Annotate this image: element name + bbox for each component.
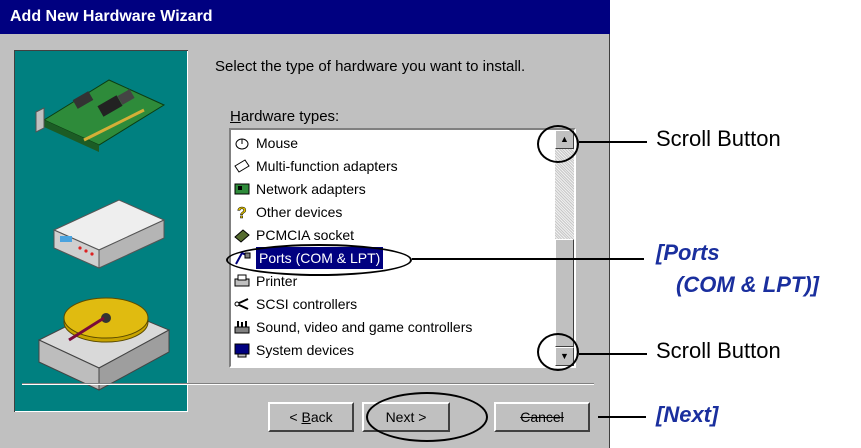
next-callout: [Next] [656,402,719,427]
svg-text:?: ? [237,205,247,220]
hardware-types-label: Hardware types: [230,108,339,125]
list-item-printer[interactable]: Printer [233,270,297,292]
hardware-types-listbox[interactable]: Mouse Multi-function adapters Network ad… [229,128,576,368]
ports-callout-line [412,258,644,260]
list-item-label: System devices [256,342,355,358]
list-item-other-devices[interactable]: ? Other devices [233,201,343,223]
list-item-label: Sound, video and game controllers [256,319,473,335]
next-button[interactable]: Next > [362,402,450,432]
mouse-icon [233,135,253,151]
button-separator [22,383,594,385]
scsi-controller-icon [233,296,253,312]
wizard-illustration [14,50,188,412]
vertical-scrollbar[interactable]: ▲ ▼ [555,130,574,366]
scroll-bottom-callout-line [579,353,647,355]
list-item-network-adapters[interactable]: Network adapters [233,178,366,200]
scroll-thumb[interactable] [555,239,574,347]
hardware-types-label-text: ardware types: [240,108,340,125]
back-button-mnemonic: B [301,409,311,425]
list-item-sound-video-game-controllers[interactable]: Sound, video and game controllers [233,316,472,338]
ports-callout-line2: (COM & LPT)] [676,272,819,297]
scroll-down-button[interactable]: ▼ [555,347,574,366]
list-item-mouse[interactable]: Mouse [233,132,298,154]
ports-callout-line1: [Ports [656,240,720,265]
cancel-button[interactable]: Cancel [494,402,590,432]
list-item-scsi-controllers[interactable]: SCSI controllers [233,293,357,315]
back-button-prefix: < [289,409,302,425]
list-item-label: Multi-function adapters [256,158,398,174]
instruction-text: Select the type of hardware you want to … [215,58,526,75]
multifunction-adapter-icon [233,158,253,174]
modem-icon [52,199,166,269]
back-button[interactable]: < Back [268,402,354,432]
add-new-hardware-wizard-dialog: Add New Hardware Wizard Select the type … [0,0,610,448]
system-devices-icon [233,342,253,358]
scroll-up-button[interactable]: ▲ [555,130,574,149]
expansion-card-icon [35,79,166,152]
list-item-multi-function-adapters[interactable]: Multi-function adapters [233,155,398,177]
hard-drive-icon [37,297,171,391]
list-item-label: Ports (COM & LPT) [256,247,384,269]
list-item-ports-com-lpt[interactable]: Ports (COM & LPT) [233,247,384,269]
list-item-label: PCMCIA socket [256,227,355,243]
port-icon [233,250,253,266]
list-item-label: SCSI controllers [256,296,358,312]
list-item-label: Mouse [256,135,299,151]
list-item-label: Network adapters [256,181,366,197]
scroll-top-callout-line [579,141,647,143]
question-icon: ? [233,204,253,223]
list-item-pcmcia-socket[interactable]: PCMCIA socket [233,224,354,246]
list-item-label: Printer [256,273,298,289]
network-adapter-icon [233,181,253,197]
list-item-system-devices[interactable]: System devices [233,339,354,361]
next-callout-line [598,416,646,418]
sound-video-icon [233,319,253,335]
printer-icon [233,273,253,289]
scroll-top-callout: Scroll Button [656,126,781,151]
back-button-label: ack [310,409,333,425]
hardware-types-mnemonic: H [230,108,241,125]
scroll-bottom-callout: Scroll Button [656,338,781,363]
list-item-label: Other devices [256,204,343,220]
window-title: Add New Hardware Wizard [0,0,610,34]
pcmcia-socket-icon [233,227,253,243]
